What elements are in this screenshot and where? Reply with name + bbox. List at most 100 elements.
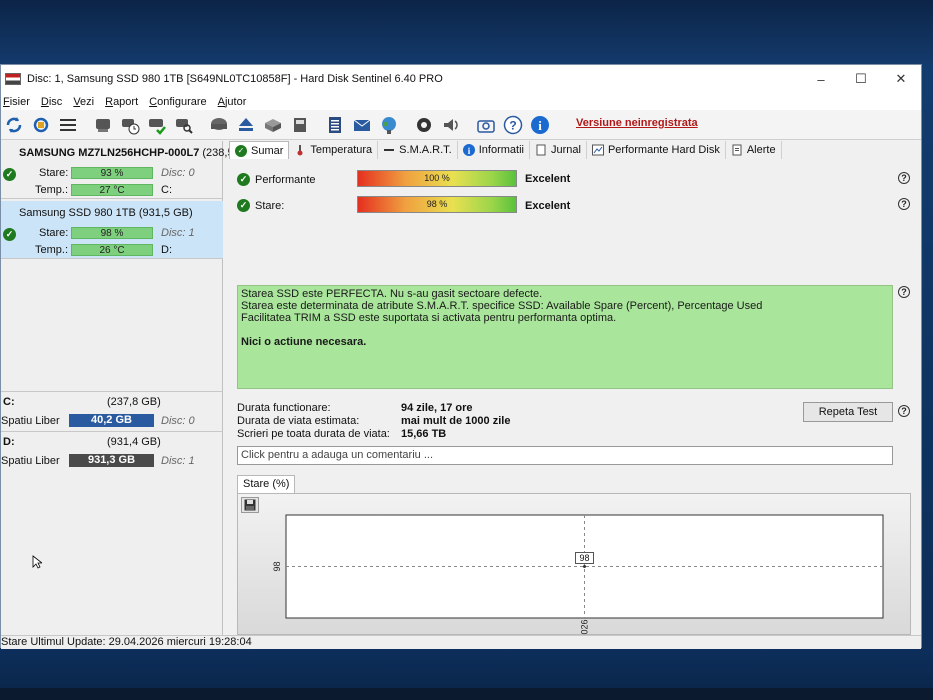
tab-jurnal[interactable]: Jurnal (530, 141, 587, 159)
free-space-label: Spatiu Liber (1, 455, 60, 467)
help-icon[interactable]: ? (502, 114, 524, 136)
tab-alerte[interactable]: Alerte (726, 141, 782, 159)
check-icon: ✓ (235, 144, 247, 157)
backup-icon[interactable] (289, 114, 311, 136)
tab-bar: ✓ Sumar Temperatura S.M.A.R.T. i Informa… (229, 141, 782, 159)
message-line: Starea SSD este PERFECTA. Nu s-au gasit … (241, 288, 543, 300)
message-line: Facilitatea TRIM a SSD este suportata si… (241, 312, 617, 324)
disc-index: Disc: 0 (161, 415, 195, 427)
performance-bar: 100 % (357, 170, 517, 187)
menu-fisier[interactable]: Fisier (3, 96, 30, 108)
email-icon[interactable] (351, 114, 373, 136)
menu-vezi[interactable]: Vezi (73, 96, 94, 108)
menu-disc[interactable]: Disc (41, 96, 62, 108)
tab-sumar[interactable]: ✓ Sumar (229, 141, 290, 159)
info-icon[interactable]: i (529, 114, 551, 136)
drive-letter: C: (161, 184, 172, 196)
chart-tab-stare[interactable]: Stare (%) (237, 475, 296, 493)
help-icon[interactable]: ? (898, 405, 910, 417)
message-line: Starea este determinata de atribute S.M.… (241, 300, 763, 312)
eject-icon[interactable] (235, 114, 257, 136)
health-chart: 98 98 29.04.2026 (272, 514, 884, 636)
data-point (583, 565, 586, 568)
tab-performante[interactable]: Performante Hard Disk (587, 141, 726, 159)
globe-icon[interactable] (378, 114, 400, 136)
disc-index: Disc: 1 (161, 227, 195, 239)
menu-raport[interactable]: Raport (105, 96, 138, 108)
partition-item-d[interactable]: D: (931,4 GB) Spatiu Liber 931,3 GB Disc… (1, 431, 223, 469)
disc-index: Disc: 1 (161, 455, 195, 467)
report-icon[interactable] (324, 114, 346, 136)
svg-text:i: i (538, 118, 542, 133)
partition-letter: D: (3, 436, 15, 448)
disk-icon[interactable] (92, 114, 114, 136)
menu-configurare[interactable]: Configurare (149, 96, 207, 108)
toolbar: ? i Versiune neinregistrata (1, 110, 921, 140)
smart-icon (383, 144, 395, 156)
svg-text:?: ? (509, 118, 516, 132)
minimize-button[interactable]: – (801, 65, 841, 93)
mouse-cursor-icon (32, 555, 42, 569)
free-space-bar: 931,3 GB (69, 454, 154, 467)
close-button[interactable]: ✕ (881, 65, 921, 93)
performance-label: Performante (255, 174, 316, 186)
temp-label: Temp.: (35, 184, 69, 196)
menu-ajutor[interactable]: Ajutor (218, 96, 247, 108)
tab-informatii[interactable]: i Informatii (458, 141, 530, 159)
window-title: Disc: 1, Samsung SSD 980 1TB [S649NL0TC1… (27, 73, 443, 85)
lifetime-label: Durata de viata estimata: (237, 415, 360, 427)
tab-temperatura[interactable]: Temperatura (289, 141, 379, 159)
gear-icon[interactable] (413, 114, 435, 136)
free-space-bar: 40,2 GB (69, 414, 154, 427)
performance-rating: Excelent (525, 173, 571, 185)
help-icon[interactable]: ? (898, 198, 910, 210)
drive-letter: D: (161, 244, 172, 256)
partition-size: (931,4 GB) (107, 436, 161, 448)
refresh-icon[interactable] (3, 114, 25, 136)
retest-button[interactable]: Repeta Test (803, 402, 893, 422)
health-chart-area: 98 98 29.04.2026 (237, 493, 911, 636)
taskbar (0, 688, 933, 700)
health-rating: Excelent (525, 200, 571, 212)
disk-item-0[interactable]: SAMSUNG MZ7LN256HCHP-000L7 (238,5 G ✓ St… (1, 141, 245, 199)
hdd-icon[interactable] (208, 114, 230, 136)
document-icon (535, 144, 547, 156)
summary-panel: ✓ Performante 100 % Excelent ? ✓ Stare: … (229, 159, 919, 636)
thermometer-icon (294, 144, 306, 156)
camera-icon[interactable] (475, 114, 497, 136)
desktop-background (0, 0, 933, 64)
status-bar: Stare Ultimul Update: 29.04.2026 miercur… (1, 635, 921, 649)
ok-check-icon: ✓ (3, 168, 16, 181)
partition-item-c[interactable]: C: (237,8 GB) Spatiu Liber 40,2 GB Disc:… (1, 391, 223, 429)
temp-label: Temp.: (35, 244, 69, 256)
disc-index: Disc: 0 (161, 167, 195, 179)
disk-item-1[interactable]: Samsung SSD 980 1TB (931,5 GB) ✓ Stare: … (1, 201, 223, 259)
health-bar: 93 % (71, 167, 153, 179)
health-label: Stare: (255, 200, 285, 212)
disk-list-panel: SAMSUNG MZ7LN256HCHP-000L7 (238,5 G ✓ St… (1, 141, 245, 635)
sound-icon[interactable] (440, 114, 462, 136)
unregistered-version-link[interactable]: Versiune neinregistrata (576, 117, 698, 129)
partition-size: (237,8 GB) (107, 396, 161, 408)
tab-smart[interactable]: S.M.A.R.T. (378, 141, 458, 159)
health-label: Stare: (39, 167, 69, 179)
maximize-button[interactable]: ☐ (841, 65, 881, 93)
app-logo-icon (5, 73, 21, 85)
comment-input[interactable]: Click pentru a adauga un comentariu ... (237, 446, 893, 465)
help-icon[interactable]: ? (898, 286, 910, 298)
disk-search-icon[interactable] (173, 114, 195, 136)
refresh-all-icon[interactable] (30, 114, 52, 136)
app-window: Disc: 1, Samsung SSD 980 1TB [S649NL0TC1… (0, 64, 922, 649)
writes-value: 15,66 TB (401, 428, 447, 440)
disk-timer-icon[interactable] (119, 114, 141, 136)
title-bar: Disc: 1, Samsung SSD 980 1TB [S649NL0TC1… (1, 65, 921, 93)
chart-icon (591, 144, 604, 156)
ok-check-icon: ✓ (237, 173, 250, 186)
health-label: Stare: (39, 227, 69, 239)
disk-check-icon[interactable] (146, 114, 168, 136)
list-icon[interactable] (57, 114, 79, 136)
network-icon[interactable] (262, 114, 284, 136)
message-action: Nici o actiune necesara. (241, 336, 367, 348)
power-on-value: 94 zile, 17 ore (401, 402, 473, 414)
help-icon[interactable]: ? (898, 172, 910, 184)
